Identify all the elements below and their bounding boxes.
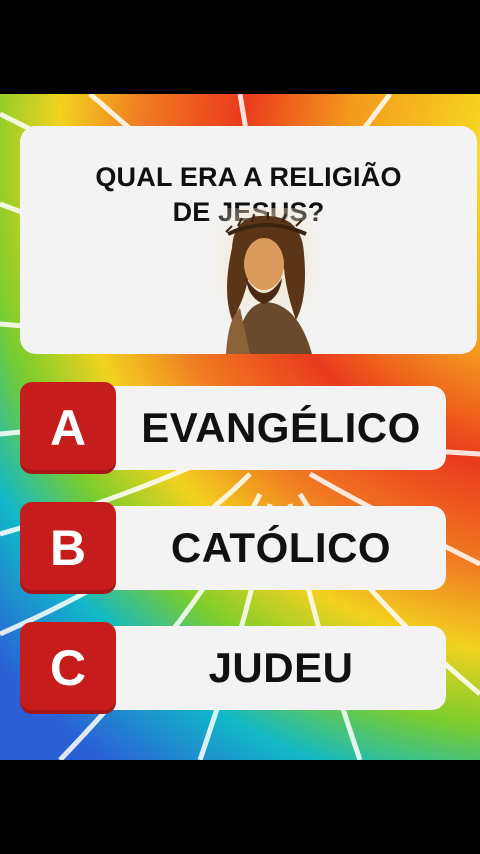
question-line-1: QUAL ERA A RELIGIÃO xyxy=(95,162,402,192)
answer-text-c: JUDEU xyxy=(208,644,354,691)
letterbox-top xyxy=(0,0,480,94)
answer-letter-a: A xyxy=(20,382,116,474)
answer-option-a[interactable]: A EVANGÉLICO xyxy=(20,382,446,474)
answer-option-c[interactable]: C JUDEU xyxy=(20,622,446,714)
question-card: QUAL ERA A RELIGIÃO DE JESUS? xyxy=(20,126,477,354)
answer-letter-c: C xyxy=(20,622,116,714)
answer-text-b: CATÓLICO xyxy=(170,524,392,571)
jesus-portrait-image xyxy=(206,208,328,354)
answer-option-b[interactable]: B CATÓLICO xyxy=(20,502,446,594)
quiz-scene: QUAL ERA A RELIGIÃO DE JESUS? A EVANGÉLI… xyxy=(0,94,480,760)
answer-text-a: EVANGÉLICO xyxy=(141,404,421,451)
letterbox-bottom xyxy=(0,760,480,854)
answer-letter-b: B xyxy=(20,502,116,594)
